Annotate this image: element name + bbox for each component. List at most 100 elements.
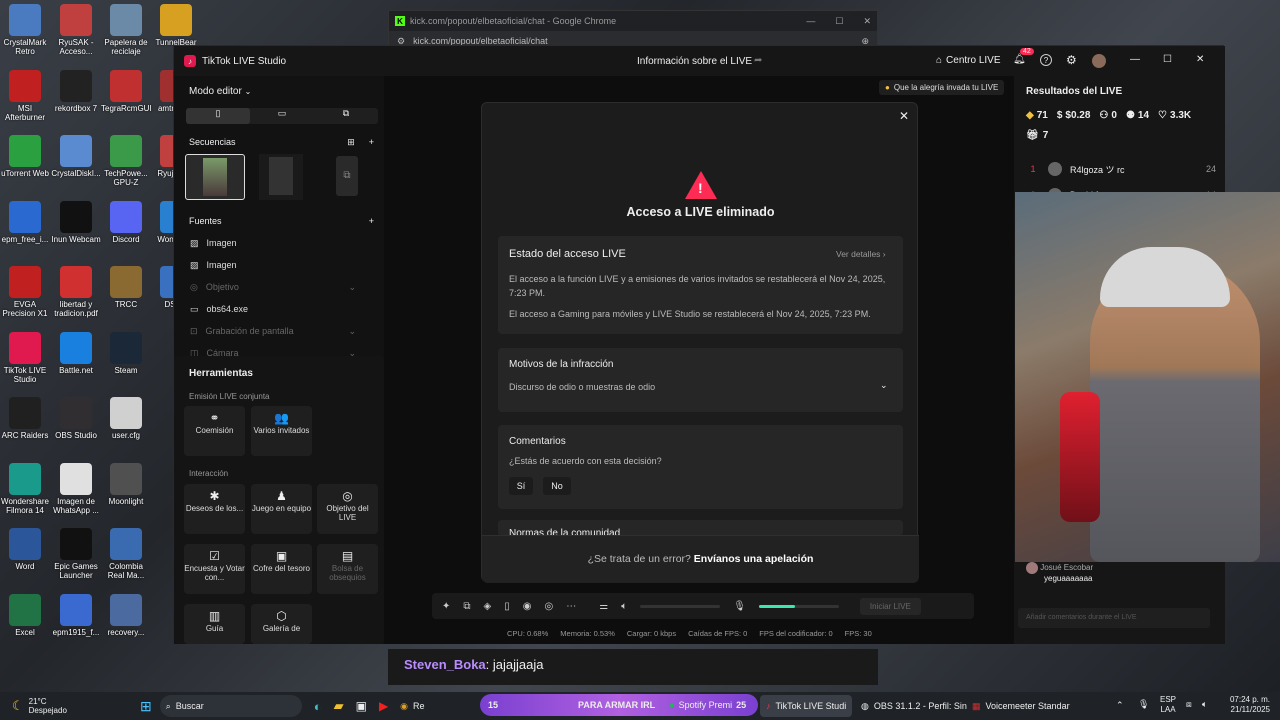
desktop-icon[interactable]: TRCC xyxy=(101,266,151,309)
media-pill[interactable]: 15 PARA ARMAR IRL ● Spotify Premi 25 xyxy=(480,694,758,716)
file-explorer-icon[interactable]: ▰ xyxy=(334,698,344,714)
tool-button[interactable]: ⚭ Coemisión xyxy=(184,406,245,456)
desktop-icon[interactable]: Battle.net xyxy=(51,331,101,375)
minimize-icon[interactable]: — xyxy=(806,16,815,27)
desktop-icon[interactable]: Steam xyxy=(101,331,151,375)
desktop-icon[interactable]: uTorrent Web xyxy=(0,135,50,178)
close-icon[interactable]: ✕ xyxy=(863,16,871,27)
source-item[interactable]: ◎ Objetivo ⌄ xyxy=(180,276,380,298)
obs-taskbar-item[interactable]: ◍ OBS 31.1.2 - Perfil: Sin xyxy=(855,695,973,717)
tool-button[interactable]: ▥ Guía xyxy=(184,604,245,644)
desktop-icon[interactable]: epm1915_f... xyxy=(51,593,101,637)
mic-icon[interactable]: 🎙︎ xyxy=(733,601,746,612)
desktop-icon[interactable]: Imagen de WhatsApp ... xyxy=(51,462,101,515)
source-item[interactable]: ▨ Imagen xyxy=(180,254,380,276)
desktop-icon[interactable]: Moonlight xyxy=(101,462,151,506)
chrome-titlebar[interactable]: K kick.com/popout/elbetaoficial/chat - G… xyxy=(389,11,877,31)
tool-button[interactable]: ⬡ Galería de xyxy=(251,604,312,644)
portrait-layout-icon[interactable]: ▯ xyxy=(186,108,250,124)
mic-tray-icon[interactable]: 🎙︎ xyxy=(1138,699,1149,710)
comment-input[interactable]: Añadir comentarios durante el LIVE xyxy=(1018,608,1210,628)
add-source-icon[interactable]: + xyxy=(369,216,374,226)
network-icon[interactable]: ⧈ xyxy=(1186,699,1192,710)
more-icon[interactable]: ⋯ xyxy=(566,601,576,612)
close-icon[interactable]: ✕ xyxy=(899,109,909,123)
chevron-down-icon[interactable]: ⌄ xyxy=(348,282,356,293)
windows-start-icon[interactable]: ⊞ xyxy=(140,698,152,715)
desktop-icon[interactable]: ARC Raiders xyxy=(0,397,50,440)
replay-icon[interactable]: ◎ xyxy=(544,601,553,612)
share-icon[interactable]: ➦ xyxy=(754,55,762,66)
maximize-icon[interactable]: ☐ xyxy=(1163,54,1172,65)
scene-thumb-2[interactable] xyxy=(259,154,303,200)
desktop-icon[interactable]: TunnelBear xyxy=(151,4,201,47)
youtube-icon[interactable]: ▶ xyxy=(379,699,388,713)
notifications-button[interactable]: 🔔︎ 42 xyxy=(1013,48,1034,65)
ranking-row[interactable]: 1 R4lgoza ツ rc 24 xyxy=(1026,156,1216,182)
desktop-icon[interactable]: OBS Studio xyxy=(51,397,101,440)
volume-icon[interactable]: 🔈︎ xyxy=(621,601,627,612)
ranking-row[interactable]: 2David franco14 xyxy=(1026,182,1216,192)
desktop-icon[interactable]: user.cfg xyxy=(101,397,151,440)
desktop-icon[interactable]: Colombia Real Ma... xyxy=(101,528,151,580)
desktop-icon[interactable]: TikTok LIVE Studio xyxy=(0,331,50,384)
add-scene-icon[interactable]: + xyxy=(369,137,374,148)
appeal-link[interactable]: Envíanos una apelación xyxy=(694,553,814,565)
desktop-icon[interactable]: CrystalMark Retro xyxy=(0,4,50,56)
store-icon[interactable]: ▣ xyxy=(356,699,367,713)
minimize-icon[interactable]: — xyxy=(1130,54,1140,65)
desktop-icon[interactable]: Epic Games Launcher xyxy=(51,528,101,580)
desktop-icon[interactable]: Word xyxy=(0,528,50,571)
phone-icon[interactable]: ▯ xyxy=(504,601,510,612)
editor-mode-dropdown[interactable]: Modo editor ⌄ xyxy=(189,86,251,97)
tool-button[interactable]: ♟ Juego en equipo xyxy=(251,484,312,534)
desktop-icon[interactable]: MSI Afterburner xyxy=(0,69,50,122)
close-icon[interactable]: ✕ xyxy=(1196,54,1204,65)
yes-button[interactable]: Sí xyxy=(509,477,533,495)
desktop-icon[interactable]: epm_free_i... xyxy=(0,200,50,244)
desktop-icon[interactable]: rekordbox 7 xyxy=(51,69,101,113)
mic-slider[interactable] xyxy=(758,604,839,608)
chrome-window[interactable]: K kick.com/popout/elbetaoficial/chat - G… xyxy=(388,10,878,51)
edge-icon[interactable]: ◐ xyxy=(314,699,322,714)
desktop-icon[interactable]: Papelera de reciclaje xyxy=(101,4,151,56)
dual-layout-icon[interactable]: ⧉ xyxy=(314,108,378,124)
desktop-icon[interactable]: Wondershare Filmora 14 xyxy=(0,462,50,515)
chevron-down-icon[interactable]: ⌄ xyxy=(348,326,356,337)
tiktok-taskbar-item[interactable]: ♪ TikTok LIVE Studi xyxy=(760,695,853,717)
maximize-icon[interactable]: ☐ xyxy=(835,16,843,27)
source-item[interactable]: ▭ obs64.exe xyxy=(180,298,380,320)
chevron-down-icon[interactable]: ⌄ xyxy=(880,380,888,391)
tool-button[interactable]: ✱ Deseos de los... xyxy=(184,484,245,534)
weather-widget[interactable]: ☾ 21°C Despejado xyxy=(0,695,140,717)
desktop-icon[interactable]: EVGA Precision X1 xyxy=(0,266,50,318)
record-icon[interactable]: ◉ xyxy=(523,601,532,612)
tool-button[interactable]: ▤ Bolsa de obsequios xyxy=(317,544,378,594)
grid-icon[interactable]: ⊞ xyxy=(347,137,355,148)
voicemeeter-taskbar-item[interactable]: ▦ Voicemeeter Standar xyxy=(966,695,1076,717)
tray-chevron-icon[interactable]: ⌃ xyxy=(1116,700,1124,711)
effects-icon[interactable]: ◈ xyxy=(484,601,492,612)
no-button[interactable]: No xyxy=(543,477,571,495)
tool-button[interactable]: 👥 Varios invitados xyxy=(251,406,312,456)
tool-button[interactable]: ▣ Cofre del tesoro xyxy=(251,544,312,594)
settings-icon[interactable]: ⚙ xyxy=(1066,53,1077,67)
scene-thumb-1[interactable] xyxy=(185,154,245,200)
desktop-icon[interactable]: TegraRcmGUI xyxy=(101,69,152,113)
tool-button[interactable]: ☑ Encuesta y Votar con... xyxy=(184,544,245,594)
clock[interactable]: 07:24 p. m. 21/11/2025 xyxy=(1222,695,1270,715)
mixer-icon[interactable]: ⚌ xyxy=(599,601,608,612)
reasons-card[interactable]: Motivos de la infracción Discurso de odi… xyxy=(498,348,903,412)
desktop-icon[interactable]: RyuSAK - Acceso... xyxy=(51,4,101,56)
details-link[interactable]: Ver detalles › xyxy=(836,249,886,259)
tool-button[interactable]: ◎ Objetivo del LIVE xyxy=(317,484,378,534)
desktop-icon[interactable]: Inun Webcam xyxy=(51,200,101,244)
magic-icon[interactable]: ✦ xyxy=(442,601,450,612)
desktop-icon[interactable]: libertad y tradicion.pdf xyxy=(51,266,101,318)
help-icon[interactable]: ? xyxy=(1040,54,1052,66)
desktop-icon[interactable]: CrystalDiskI... xyxy=(51,135,101,178)
source-item[interactable]: ▨ Imagen xyxy=(180,232,380,254)
desktop-icon[interactable]: Discord xyxy=(101,200,151,244)
desktop-icon[interactable]: TechPowe... GPU-Z xyxy=(101,135,151,187)
search-box[interactable]: ⌕ Buscar xyxy=(159,695,302,717)
